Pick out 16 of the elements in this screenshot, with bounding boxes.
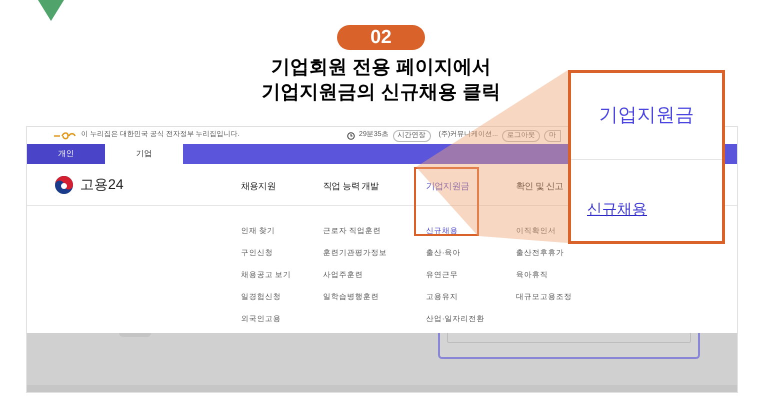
callout-link[interactable]: 신규채용 [587, 201, 647, 218]
logo-icon [53, 132, 77, 140]
step-title: 기업회원 전용 페이지에서 [271, 56, 491, 80]
user-tab[interactable]: 기업 [105, 144, 183, 164]
step-badge: 02 [337, 25, 425, 50]
menu-heading[interactable]: 직업 능력 개발 [323, 180, 379, 190]
input-field[interactable] [447, 333, 691, 343]
menu-heading[interactable]: 확인 및 신고 [516, 180, 564, 190]
callout-heading: 기업지원금 [599, 104, 694, 128]
step-title: 기업지원금의 신규채용 클릭 [262, 81, 500, 105]
user-tab[interactable]: 개인 [27, 144, 105, 164]
menu-heading[interactable]: 채용지원 [241, 180, 276, 190]
site-logo[interactable]: 고용24 [80, 174, 124, 195]
highlight-frame [414, 167, 479, 236]
emblem-icon [54, 174, 74, 194]
clock-icon [346, 132, 355, 140]
